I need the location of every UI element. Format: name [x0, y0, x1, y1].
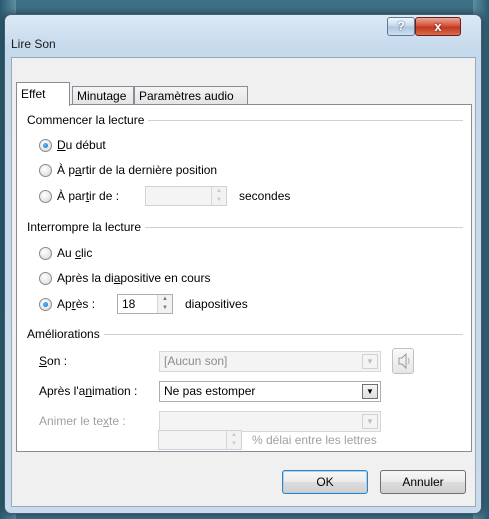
after-animation-dropdown[interactable]: Ne pas estomper ▼ — [159, 381, 381, 402]
radio-start-from[interactable]: À partir de : — [39, 188, 119, 204]
stop-slides-spinner[interactable]: 18 ▲ ▼ — [117, 294, 173, 314]
dialog-window: Lire Son ? x Effet Minutage Paramètres a… — [4, 14, 482, 514]
cancel-button[interactable]: Annuler — [380, 470, 466, 494]
radio-stop-after-current-slide[interactable]: Après la diapositive en cours — [39, 270, 210, 286]
window-title: Lire Son — [11, 37, 56, 51]
chevron-down-icon[interactable]: ▼ — [362, 414, 378, 429]
start-seconds-spinner[interactable]: ▲ ▼ — [145, 186, 227, 206]
radio-indicator — [39, 189, 52, 203]
tab-minutage[interactable]: Minutage — [72, 86, 134, 105]
sound-dropdown[interactable]: [Aucun son] ▼ — [159, 351, 381, 372]
spinner-value: 18 — [122, 297, 136, 311]
radio-indicator — [39, 297, 52, 311]
sound-dropdown-value: [Aucun son] — [164, 354, 228, 368]
chevron-down-icon[interactable]: ▼ — [362, 354, 378, 369]
radio-indicator — [39, 163, 52, 177]
radio-label: Après : — [57, 297, 96, 311]
radio-indicator — [39, 138, 52, 152]
radio-stop-on-click[interactable]: Au clic — [39, 245, 92, 261]
after-animation-label: Après l'animation : — [39, 384, 138, 398]
radio-start-beginning[interactable]: Du début — [39, 137, 106, 153]
group-title-enhancements: Améliorations — [27, 327, 104, 341]
letter-delay-label: % délai entre les lettres — [252, 433, 377, 447]
tab-minutage-label: Minutage — [77, 89, 127, 103]
dialog-client-area: Effet Minutage Paramètres audio Commence… — [11, 57, 476, 507]
animate-text-label: Animer le texte : — [39, 414, 126, 428]
radio-label: À partir de la dernière position — [57, 163, 218, 177]
radio-stop-after[interactable]: Après : — [39, 296, 95, 312]
radio-label: À partir de : — [57, 189, 120, 203]
chevron-down-icon[interactable]: ▼ — [362, 384, 378, 399]
animate-text-dropdown[interactable]: ▼ — [159, 411, 381, 432]
sound-preview-button[interactable] — [392, 348, 414, 374]
speaker-icon — [398, 352, 410, 370]
radio-label: Du début — [57, 138, 106, 152]
spinner-arrows-icon[interactable]: ▲ ▼ — [157, 295, 172, 313]
title-bar[interactable]: Lire Son ? x — [5, 15, 481, 51]
tab-panel-effet: Commencer la lecture Du début À partir d… — [16, 104, 472, 452]
close-button[interactable]: x — [415, 17, 461, 36]
radio-start-last-position[interactable]: À partir de la dernière position — [39, 162, 217, 178]
sound-label: Son : — [39, 354, 68, 368]
group-title-start: Commencer la lecture — [27, 113, 149, 127]
radio-indicator — [39, 271, 52, 285]
spinner-arrows-icon[interactable]: ▲ ▼ — [226, 431, 241, 449]
tab-parametres-audio-label: Paramètres audio — [139, 89, 234, 103]
help-button[interactable]: ? — [387, 17, 415, 36]
tab-parametres-audio[interactable]: Paramètres audio — [134, 86, 248, 105]
tab-effet-label: Effet — [21, 87, 46, 101]
letter-delay-spinner[interactable]: ▲ ▼ — [158, 430, 242, 450]
slides-label: diapositives — [185, 297, 248, 311]
tab-effet[interactable]: Effet — [16, 82, 70, 106]
radio-indicator — [39, 246, 52, 260]
after-animation-value: Ne pas estomper — [164, 384, 256, 398]
ok-button[interactable]: OK — [282, 470, 368, 494]
spinner-arrows-icon[interactable]: ▲ ▼ — [211, 187, 226, 205]
radio-label: Au clic — [57, 246, 93, 260]
group-title-stop: Interrompre la lecture — [27, 220, 146, 234]
radio-label: Après la diapositive en cours — [57, 271, 211, 285]
seconds-label: secondes — [239, 189, 291, 203]
